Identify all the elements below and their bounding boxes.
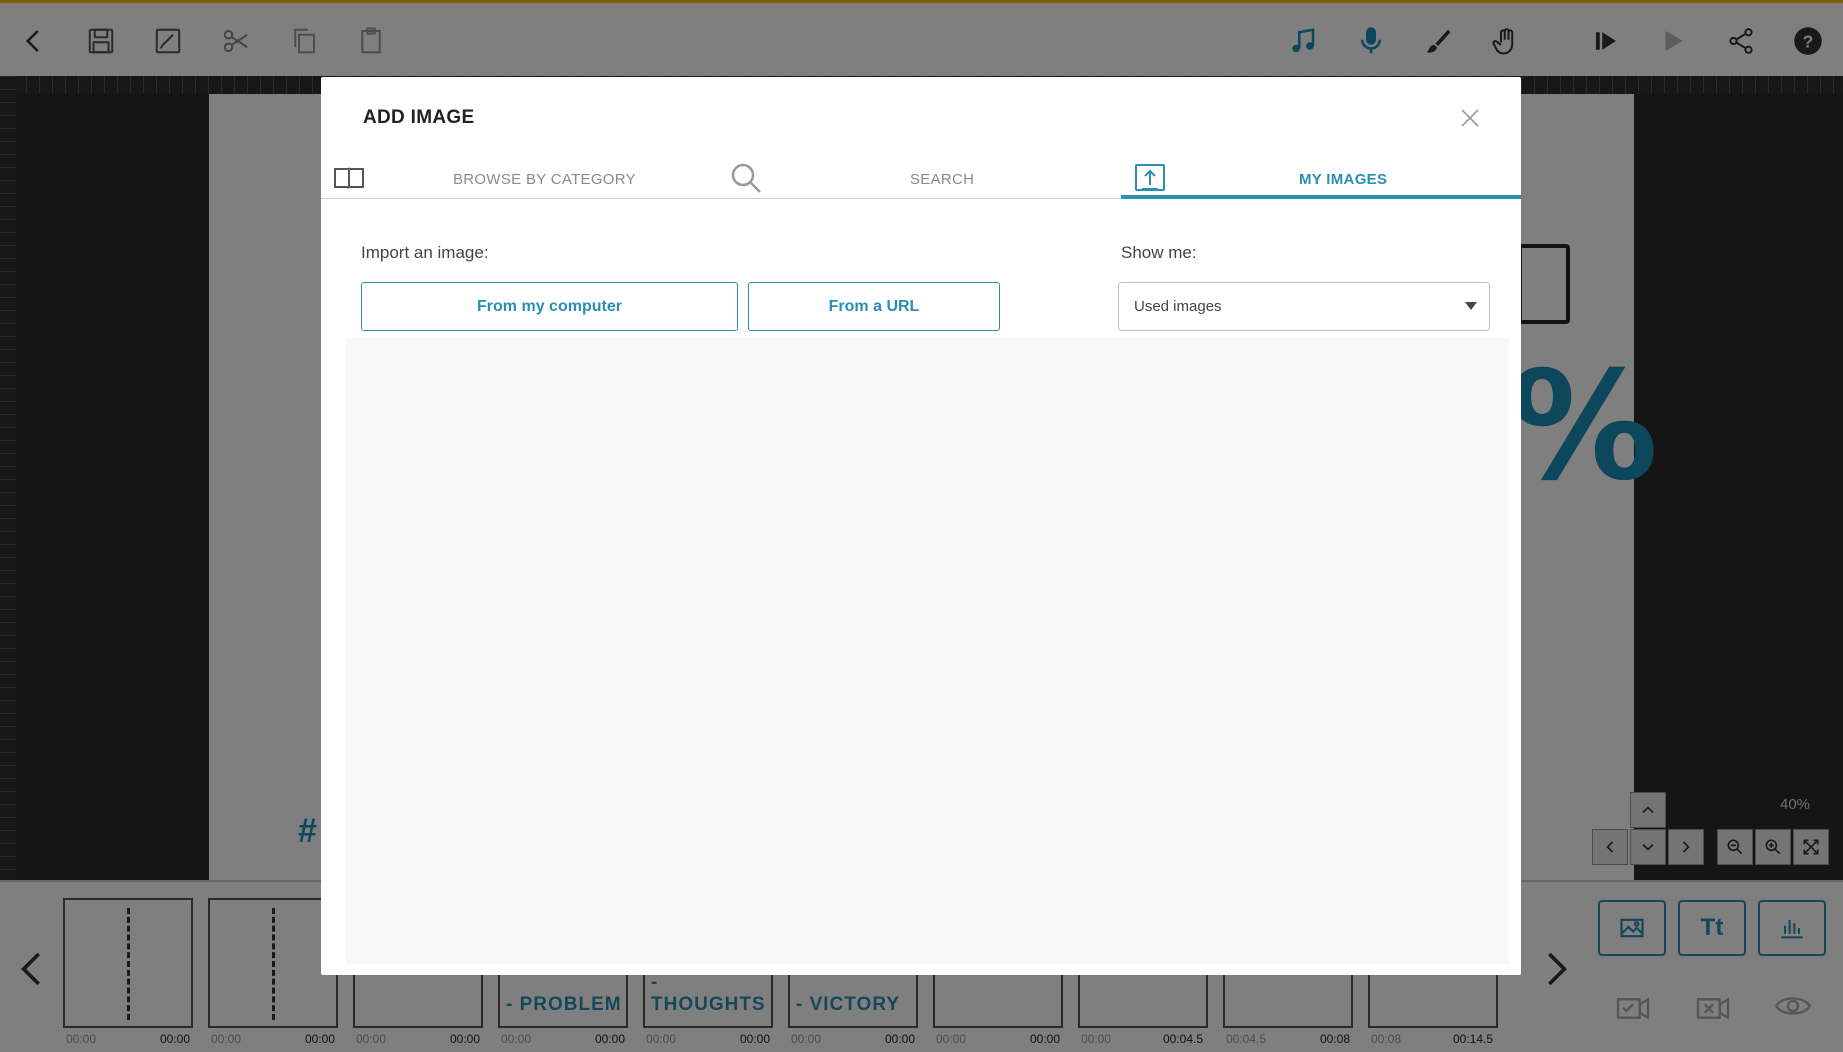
book-icon[interactable]: [332, 161, 366, 195]
tab-browse-by-category[interactable]: BROWSE BY CATEGORY: [453, 171, 636, 188]
add-image-dialog: ADD IMAGE BROWSE BY CATEGORY SEARCH MY I…: [321, 77, 1521, 975]
from-url-button[interactable]: From a URL: [748, 282, 1000, 331]
search-icon[interactable]: [729, 161, 763, 195]
show-me-select[interactable]: Used images: [1118, 282, 1490, 331]
chevron-down-icon: [1465, 302, 1477, 310]
import-label: Import an image:: [361, 243, 489, 262]
dialog-tabs: BROWSE BY CATEGORY SEARCH MY IMAGES: [321, 157, 1521, 199]
show-me-value: Used images: [1134, 298, 1222, 315]
dialog-title: ADD IMAGE: [363, 107, 475, 128]
show-me-label: Show me:: [1121, 243, 1197, 262]
image-grid: [346, 338, 1509, 964]
tab-my-images[interactable]: MY IMAGES: [1299, 171, 1387, 188]
tab-search[interactable]: SEARCH: [910, 171, 974, 188]
close-icon[interactable]: [1459, 107, 1481, 129]
active-tab-indicator: [1121, 195, 1521, 199]
upload-icon[interactable]: [1133, 161, 1167, 195]
from-my-computer-button[interactable]: From my computer: [361, 282, 738, 331]
